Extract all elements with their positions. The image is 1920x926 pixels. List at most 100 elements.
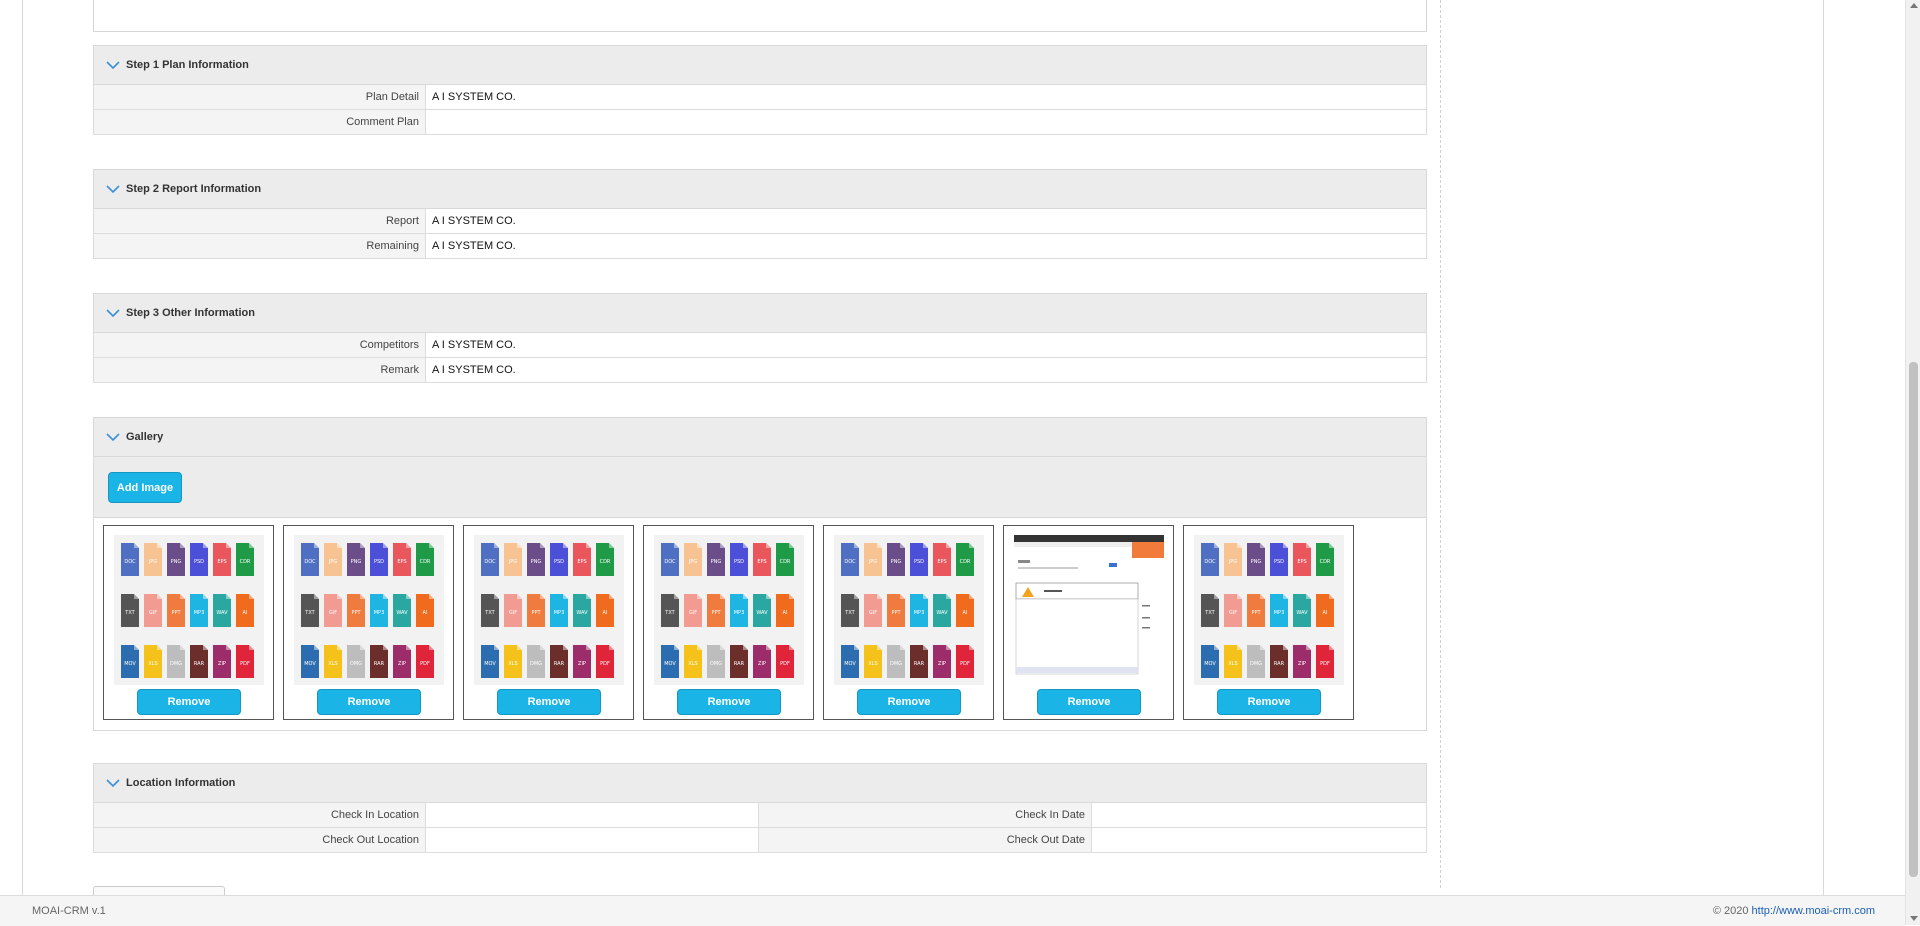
svg-text:MP3: MP3 — [914, 610, 925, 616]
svg-text:DMG: DMG — [530, 661, 542, 667]
scroll-up-arrow-icon[interactable] — [1910, 3, 1918, 8]
svg-text:TXT: TXT — [844, 610, 855, 616]
svg-text:DOC: DOC — [304, 559, 316, 565]
svg-text:MOV: MOV — [484, 661, 496, 667]
remaining-label: Remaining — [94, 234, 426, 258]
add-image-button[interactable]: Add Image — [108, 472, 182, 503]
chevron-down-icon — [106, 61, 120, 70]
svg-text:PNG: PNG — [711, 559, 722, 565]
gallery-thumbnail: DOC JPG PNG PSD EPS CDR TXT GIF PPT MP3 WAV AI MOV XL… — [283, 525, 454, 720]
remark-value: A I SYSTEM CO. — [426, 358, 1426, 382]
chevron-down-icon — [106, 433, 120, 442]
svg-text:TXT: TXT — [304, 610, 315, 616]
partially-visible-button[interactable] — [93, 886, 225, 895]
svg-text:PDF: PDF — [600, 661, 610, 667]
svg-text:TXT: TXT — [124, 610, 135, 616]
svg-text:PSD: PSD — [914, 559, 924, 565]
svg-text:CDR: CDR — [780, 559, 791, 565]
svg-text:TXT: TXT — [664, 610, 675, 616]
page-left-border — [22, 0, 23, 895]
scrollbar-thumb[interactable] — [1909, 362, 1918, 877]
svg-text:PNG: PNG — [351, 559, 362, 565]
step3-header[interactable]: Step 3 Other Information — [93, 293, 1427, 333]
svg-text:MOV: MOV — [664, 661, 676, 667]
remove-image-button[interactable]: Remove — [1217, 689, 1321, 715]
remove-image-button[interactable]: Remove — [137, 689, 241, 715]
svg-text:DMG: DMG — [350, 661, 362, 667]
check-out-date-label: Check Out Date — [759, 828, 1092, 852]
gallery-thumbnail: DOC JPG PNG PSD EPS CDR TXT GIF PPT MP3 WAV AI MOV XL… — [1183, 525, 1354, 720]
field-row: Report A I SYSTEM CO. — [93, 209, 1427, 234]
file-types-image: DOC JPG PNG PSD EPS CDR TXT GIF PPT MP3 WAV AI MOV XL… — [654, 535, 804, 685]
svg-text:GIF: GIF — [329, 610, 337, 616]
svg-text:JPG: JPG — [148, 559, 157, 565]
svg-text:ZIP: ZIP — [938, 661, 946, 667]
svg-text:GIF: GIF — [509, 610, 517, 616]
scroll-down-arrow-icon[interactable] — [1910, 916, 1918, 921]
gallery-grid: DOC JPG PNG PSD EPS CDR TXT GIF PPT MP3 WAV AI MOV XL… — [93, 518, 1427, 731]
location-section: Location Information Check In Location C… — [93, 763, 1427, 853]
svg-text:DOC: DOC — [664, 559, 676, 565]
svg-text:CDR: CDR — [1320, 559, 1331, 565]
svg-text:TXT: TXT — [1204, 610, 1215, 616]
svg-text:EPS: EPS — [1297, 559, 1306, 565]
remove-image-button[interactable]: Remove — [857, 689, 961, 715]
svg-text:RAR: RAR — [194, 661, 205, 667]
svg-text:PPT: PPT — [711, 610, 721, 616]
copyright-text: © 2020 — [1712, 905, 1749, 917]
svg-text:PSD: PSD — [194, 559, 204, 565]
svg-text:PNG: PNG — [1251, 559, 1262, 565]
vertical-scrollbar[interactable] — [1905, 0, 1920, 925]
svg-text:ZIP: ZIP — [218, 661, 226, 667]
check-out-location-value — [426, 828, 759, 852]
step2-header[interactable]: Step 2 Report Information — [93, 169, 1427, 209]
svg-text:XLS: XLS — [328, 661, 337, 667]
gallery-thumbnail: DOC JPG PNG PSD EPS CDR TXT GIF PPT MP3 WAV AI MOV XL… — [643, 525, 814, 720]
svg-text:PSD: PSD — [1274, 559, 1284, 565]
website-link[interactable]: http://www.moai-crm.com — [1752, 905, 1875, 917]
step2-section: Step 2 Report Information Report A I SYS… — [93, 169, 1427, 259]
svg-text:WAV: WAV — [576, 610, 588, 616]
svg-text:EPS: EPS — [217, 559, 226, 565]
svg-text:WAV: WAV — [936, 610, 948, 616]
location-header[interactable]: Location Information — [93, 763, 1427, 803]
field-row: Remaining A I SYSTEM CO. — [93, 234, 1427, 259]
remove-image-button[interactable]: Remove — [677, 689, 781, 715]
svg-text:EPS: EPS — [577, 559, 586, 565]
svg-text:PPT: PPT — [1251, 610, 1261, 616]
svg-text:PDF: PDF — [1320, 661, 1330, 667]
competitors-label: Competitors — [94, 333, 426, 357]
remove-image-button[interactable]: Remove — [317, 689, 421, 715]
field-row: Comment Plan — [93, 110, 1427, 135]
gallery-thumbnail: DOC JPG PNG PSD EPS CDR TXT GIF PPT MP3 WAV AI MOV XL… — [823, 525, 994, 720]
field-row: Remark A I SYSTEM CO. — [93, 358, 1427, 383]
svg-text:PSD: PSD — [374, 559, 384, 565]
svg-text:JPG: JPG — [508, 559, 517, 565]
svg-text:PNG: PNG — [891, 559, 902, 565]
step1-header[interactable]: Step 1 Plan Information — [93, 45, 1427, 85]
svg-text:XLS: XLS — [508, 661, 517, 667]
svg-text:GIF: GIF — [149, 610, 157, 616]
svg-text:PDF: PDF — [240, 661, 250, 667]
svg-text:RAR: RAR — [554, 661, 565, 667]
location-row: Check Out Location Check Out Date — [93, 828, 1427, 853]
svg-text:WAV: WAV — [1296, 610, 1308, 616]
remove-image-button[interactable]: Remove — [497, 689, 601, 715]
plan-detail-value: A I SYSTEM CO. — [426, 85, 1426, 109]
svg-text:PSD: PSD — [734, 559, 744, 565]
chevron-down-icon — [106, 185, 120, 194]
gallery-header[interactable]: Gallery — [93, 417, 1427, 457]
svg-text:DMG: DMG — [710, 661, 722, 667]
svg-text:PDF: PDF — [780, 661, 790, 667]
svg-text:MOV: MOV — [1204, 661, 1216, 667]
check-in-date-label: Check In Date — [759, 803, 1092, 827]
plan-detail-label: Plan Detail — [94, 85, 426, 109]
gallery-thumbnail: DOC JPG PNG PSD EPS CDR TXT GIF PPT MP3 WAV AI MOV XL… — [103, 525, 274, 720]
svg-text:JPG: JPG — [868, 559, 877, 565]
comment-plan-label: Comment Plan — [94, 110, 426, 134]
svg-text:DOC: DOC — [484, 559, 496, 565]
gallery-thumbnail: Remove — [1003, 525, 1174, 720]
screenshot-image — [1014, 535, 1164, 685]
step1-title: Step 1 Plan Information — [126, 59, 249, 71]
remove-image-button[interactable]: Remove — [1037, 689, 1141, 715]
